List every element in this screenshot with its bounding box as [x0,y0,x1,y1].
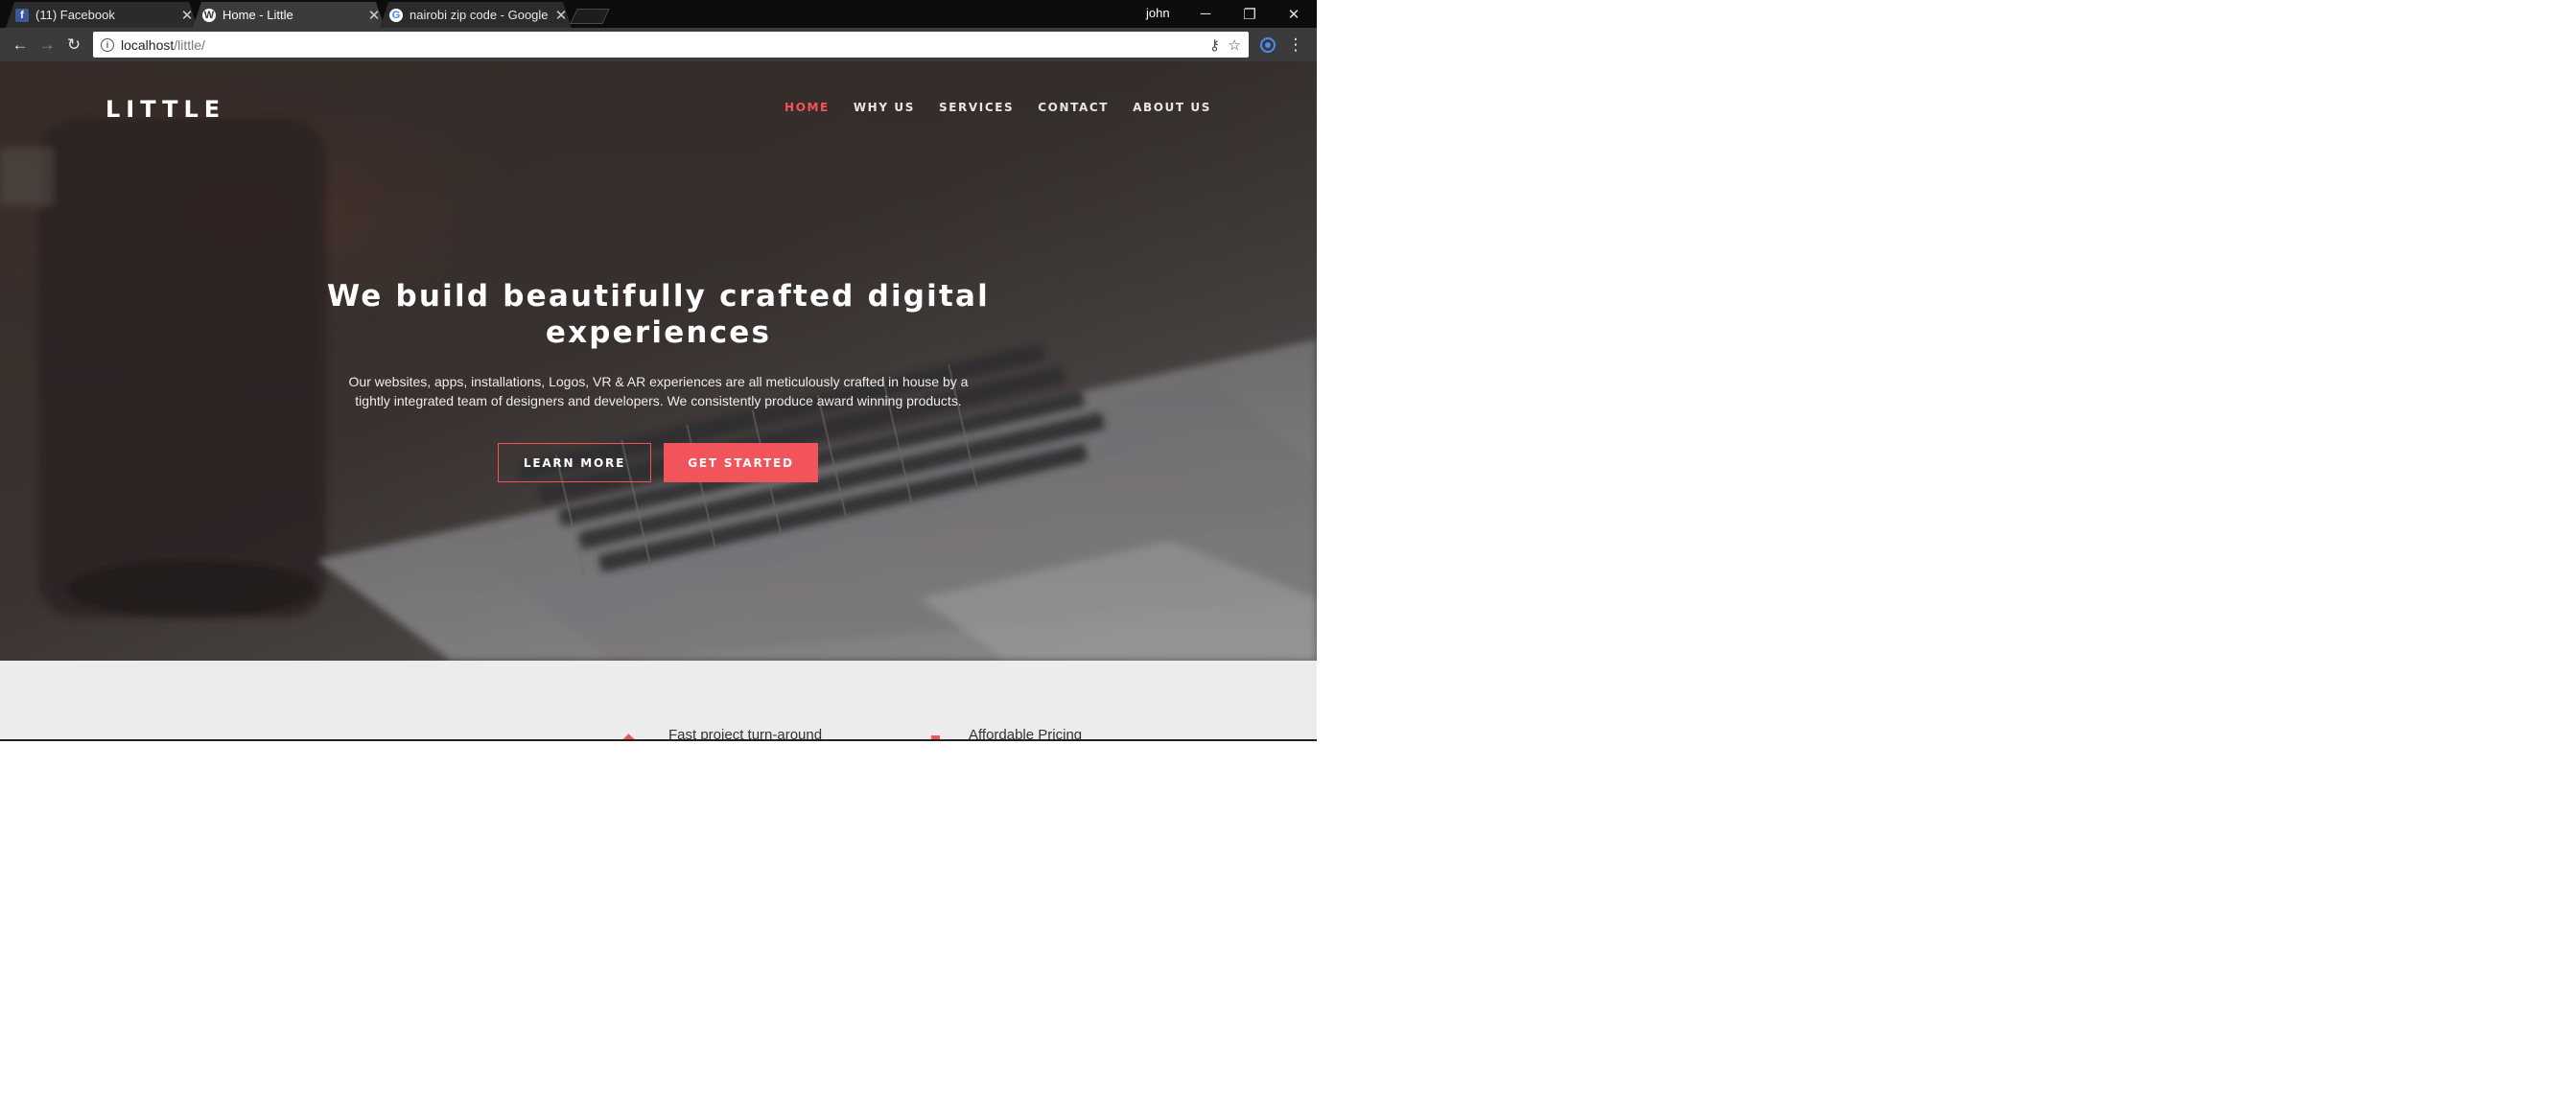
extension-icon[interactable] [1257,35,1278,56]
new-tab-button[interactable] [570,9,610,24]
hero-section: LITTLE HOME WHY US SERVICES CONTACT ABOU… [0,61,1317,661]
tab-title: Home - Little [222,8,293,22]
site-logo[interactable]: LITTLE [105,96,225,123]
tab-google-search[interactable]: G nairobi zip code - Google ✕ [380,2,572,28]
nav-why-us[interactable]: WHY US [854,101,915,114]
reload-icon[interactable]: ↻ [63,35,84,56]
tab-title: nairobi zip code - Google [410,8,549,22]
close-tab-icon[interactable]: ✕ [550,7,572,24]
tab-facebook[interactable]: f (11) Facebook ✕ [6,2,198,28]
nav-services[interactable]: SERVICES [939,101,1014,114]
hero-overlay [0,61,1317,661]
close-tab-icon[interactable]: ✕ [176,7,198,24]
hero-description: Our websites, apps, installations, Logos… [288,372,1029,410]
back-arrow-icon[interactable]: ← [10,35,31,56]
tab-strip: f (11) Facebook ✕ W Home - Little ✕ G na… [0,0,1317,28]
menu-kebab-icon[interactable]: ⋮ [1285,35,1306,56]
site-info-icon[interactable]: i [101,37,114,52]
forward-arrow-icon[interactable]: → [36,35,58,56]
wordpress-icon: W [203,9,215,21]
url-host: localhost [121,36,175,53]
web-page: LITTLE HOME WHY US SERVICES CONTACT ABOU… [0,61,1317,741]
bookmark-star-icon[interactable]: ☆ [1229,36,1241,54]
window-bottom-border [0,739,1317,741]
window-close-icon[interactable]: ✕ [1272,0,1316,28]
google-icon: G [389,9,403,22]
browser-window: f (11) Facebook ✕ W Home - Little ✕ G na… [0,0,1317,741]
learn-more-button[interactable]: LEARN MORE [498,443,651,482]
restore-icon[interactable]: ❐ [1228,0,1272,28]
tab-title: (11) Facebook [35,8,115,22]
nav-about-us[interactable]: ABOUT US [1133,101,1211,114]
nav-contact[interactable]: CONTACT [1038,101,1109,114]
key-icon[interactable]: ⚷ [1209,36,1220,54]
minimize-icon[interactable]: ─ [1183,0,1228,28]
get-started-button[interactable]: GET STARTED [664,443,818,482]
profile-name[interactable]: john [1146,6,1170,20]
features-section [0,661,1317,741]
hero-description-line: tightly integrated team of designers and… [355,393,962,408]
facebook-icon: f [15,9,29,22]
close-tab-icon[interactable]: ✕ [363,7,385,24]
main-nav: HOME WHY US SERVICES CONTACT ABOUT US [761,101,1211,114]
hero-description-line: Our websites, apps, installations, Logos… [348,374,969,389]
address-bar[interactable]: i localhost/little/ ⚷ ☆ [93,32,1249,58]
tab-home-little[interactable]: W Home - Little ✕ [193,2,385,28]
hero-title: We build beautifully crafted digital exp… [327,279,990,350]
nav-home[interactable]: HOME [785,101,830,114]
url-path: /little/ [174,36,205,53]
browser-toolbar: ← → ↻ i localhost/little/ ⚷ ☆ ⋮ [0,28,1317,61]
